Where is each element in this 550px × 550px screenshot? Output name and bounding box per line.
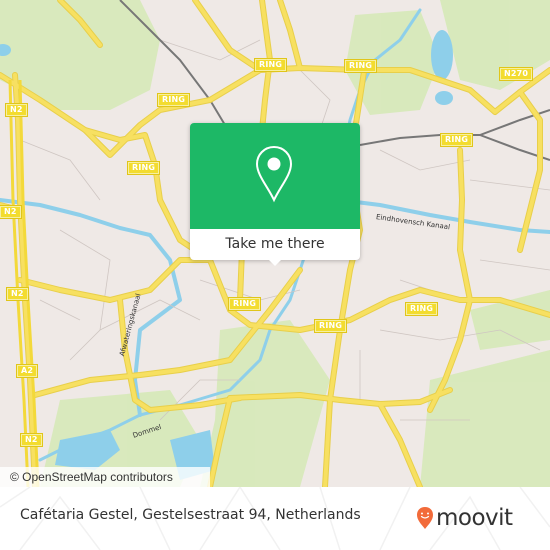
road-label-ring: RING — [158, 94, 190, 106]
road-label-ring: RING — [128, 162, 160, 174]
moovit-wordmark: moovit — [436, 505, 513, 531]
road-label-ring: RING — [229, 298, 261, 310]
road-label-n2: N2 — [0, 206, 21, 218]
lake-north — [431, 30, 453, 80]
take-me-there-button[interactable]: Take me there — [190, 229, 360, 260]
location-popup: Take me there — [190, 123, 360, 266]
road-label-n2: N2 — [21, 434, 42, 446]
road-label-ring: RING — [441, 134, 473, 146]
park-northeast — [440, 0, 550, 90]
footer: Cafétaria Gestel, Gestelsestraat 94, Net… — [0, 487, 550, 550]
road-label-ring: RING — [406, 303, 438, 315]
map-attribution[interactable]: © OpenStreetMap contributors — [0, 467, 210, 487]
road-label-ring: RING — [255, 59, 287, 71]
park-southeast — [420, 350, 550, 487]
map-pin-icon — [255, 145, 293, 203]
map[interactable]: RING RING RING RING RING RING RING RING … — [0, 0, 550, 487]
popup-header — [190, 123, 360, 229]
pond-north — [435, 91, 453, 105]
road-label-ring: RING — [345, 60, 377, 72]
moovit-smiley-pin-icon — [417, 507, 433, 529]
road-label-n2: N2 — [6, 104, 27, 116]
popup-pointer — [268, 259, 282, 266]
road-label-ring: RING — [315, 320, 347, 332]
road-label-n270: N270 — [500, 68, 533, 80]
road-label-a2: A2 — [17, 365, 38, 377]
moovit-logo[interactable]: moovit — [416, 500, 513, 536]
location-address: Cafétaria Gestel, Gestelsestraat 94, Net… — [20, 507, 361, 523]
road-label-n2: N2 — [7, 288, 28, 300]
